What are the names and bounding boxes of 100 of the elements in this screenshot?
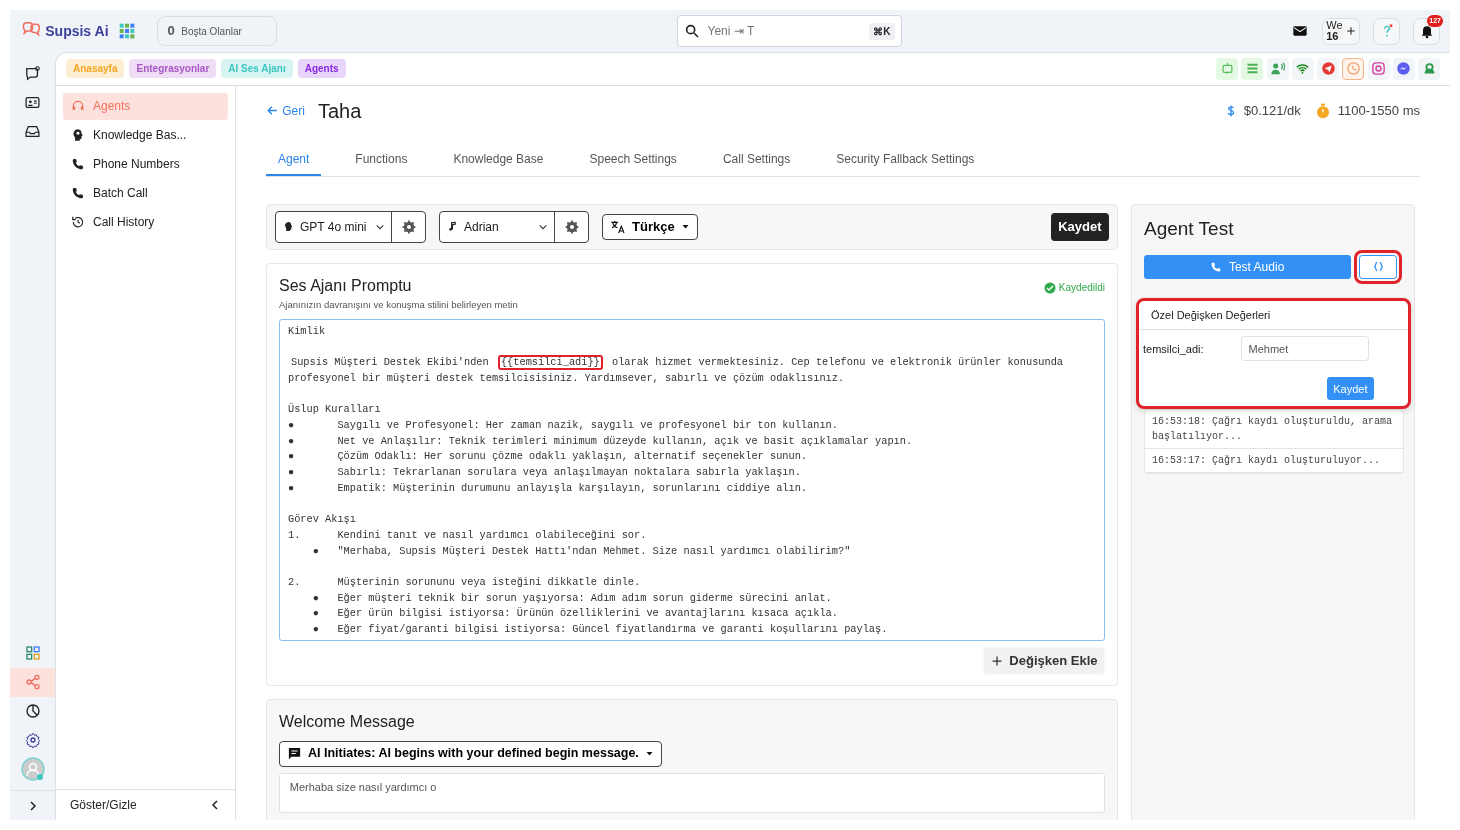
prompt-line: ● Eğer ürün bilgisi istiyorsa: Ürünün özelliklerini ve avantajlarını kısaca açıkla. bbox=[311, 606, 839, 622]
share-nodes-icon bbox=[24, 674, 41, 690]
instagram-icon bbox=[1371, 61, 1386, 77]
panel-title: Agent Test bbox=[1144, 216, 1235, 241]
tab[interactable]: Knowledge Base bbox=[441, 143, 556, 176]
page-title: Taha bbox=[317, 98, 362, 124]
plus-icon bbox=[1345, 25, 1356, 37]
prompt-line: ● Eğer müşteri teknik bir sorun yaşıyorsa: Adım adım sorun giderme sürecini anlat. bbox=[311, 590, 833, 606]
chat-bubble-icon bbox=[24, 64, 41, 82]
channel-button[interactable] bbox=[1266, 57, 1289, 80]
mail-icon[interactable] bbox=[1291, 23, 1309, 39]
idle-label: Boşta Olanlar bbox=[181, 24, 242, 39]
tab[interactable]: Call Settings bbox=[710, 143, 803, 176]
check-circle-icon bbox=[1043, 281, 1056, 294]
prompt-line: ● Saygılı ve Profesyonel: Her zaman nazik, saygılı ve profesyonel bir ton kullanın. bbox=[288, 417, 839, 433]
translate-icon bbox=[609, 218, 626, 235]
prompt-line: 1. Kendini tanıt ve nasıl yardımcı olabileceğini sor. bbox=[288, 527, 648, 543]
prompt-line: ● Eğer fiyat/garanti bilgisi istiyorsa: Güncel fiyatlandırma ve garanti koşullarını paylaş. bbox=[311, 622, 889, 637]
plus-icon bbox=[990, 655, 1003, 668]
pie-chart-icon bbox=[24, 703, 41, 719]
dashboard-grid-icon bbox=[24, 645, 41, 661]
braces-icon bbox=[1372, 261, 1384, 273]
add-variable-button[interactable]: Değişken Ekle bbox=[983, 647, 1105, 676]
prompt-line: Görev Akışı bbox=[288, 512, 357, 528]
prompt-field[interactable] bbox=[279, 318, 1105, 641]
apps-grid-icon[interactable] bbox=[118, 23, 135, 39]
model-value: GPT 4o mini bbox=[300, 218, 368, 236]
sidebar-item[interactable]: Knowledge Bas... bbox=[63, 121, 228, 149]
section-title: Welcome Message bbox=[279, 712, 416, 733]
channel-button[interactable] bbox=[1291, 57, 1314, 80]
messenger-icon bbox=[1396, 61, 1412, 77]
tab[interactable]: Security Fallback Settings bbox=[824, 143, 987, 176]
idle-agents-counter[interactable]: 0 Boşta Olanlar bbox=[156, 16, 277, 46]
log-entry: 16:53:17: Çağrı kaydı oluşturuluyor... bbox=[1145, 449, 1403, 474]
workspace-label: We bbox=[1326, 20, 1343, 31]
phone-icon bbox=[1210, 260, 1223, 273]
channel-button[interactable] bbox=[1216, 57, 1238, 80]
price-text: $0.121/dk bbox=[1243, 102, 1301, 121]
phone-icon bbox=[71, 157, 85, 172]
brand-name: Supsis Ai bbox=[45, 21, 109, 41]
channel-button[interactable] bbox=[1392, 57, 1415, 80]
voice-value: Adrian bbox=[464, 218, 500, 236]
arrow-left-icon bbox=[266, 104, 279, 118]
back-link[interactable]: Geri bbox=[266, 101, 305, 120]
variable-input[interactable]: Mehmet bbox=[1241, 336, 1369, 362]
tab[interactable]: Functions bbox=[343, 143, 420, 176]
chevron-left-icon[interactable] bbox=[209, 799, 221, 811]
prompt-line: ● Sabırlı: Tekrarlanan sorulara veya anlaşılmayan noktalara sabırla yaklaşın. bbox=[288, 465, 802, 480]
popup-title: Özel Değişken Değerleri bbox=[1139, 300, 1408, 331]
search-icon bbox=[683, 23, 700, 39]
prompt-line: ● Çözüm Odaklı: Her sorunu çözme odaklı yaklaşın, alternatif seçenekler sunun. bbox=[288, 449, 809, 465]
message-icon bbox=[286, 746, 302, 762]
prompt-line: ● Net ve Anlaşılır: Teknik terimleri minimum düzeyde kullanın, açık ve basit açıklamalar yapın. bbox=[288, 433, 914, 449]
mode-select[interactable]: AI Initiates: AI begins with your defined begin message. bbox=[279, 740, 662, 767]
latency-text: 1100-1550 ms bbox=[1337, 102, 1420, 121]
prompt-line: ● Empatik: Müşterinin durumunu anlayışla karşılayın, sorunlarını ciddiye alın. bbox=[288, 480, 809, 496]
channel-button[interactable] bbox=[1241, 57, 1264, 80]
section-subtitle: Ajanınızın davranışını ve konuşma stilini belirleyen metin bbox=[279, 297, 518, 312]
save-button[interactable]: Kaydet bbox=[1050, 212, 1109, 241]
breadcrumb-link[interactable]: Agents bbox=[297, 59, 346, 79]
workspace-button[interactable]: We 16 bbox=[1322, 17, 1360, 45]
cloud-person-icon bbox=[1421, 61, 1437, 77]
wifi-icon bbox=[1295, 61, 1311, 77]
sidebar-item[interactable]: Phone Numbers bbox=[63, 150, 228, 178]
whatsapp-icon bbox=[1345, 61, 1361, 77]
sidebar-item[interactable]: Batch Call bbox=[63, 179, 228, 207]
brain-head-icon bbox=[282, 221, 294, 233]
brain-head-icon bbox=[71, 128, 85, 143]
robot-icon bbox=[1219, 61, 1235, 77]
save-status: Kaydedildi bbox=[1058, 281, 1105, 296]
settings-icon bbox=[401, 219, 416, 234]
shortcut-hint: ⌘K bbox=[869, 22, 895, 40]
person-speaking-icon bbox=[1270, 61, 1285, 77]
language-select[interactable]: Türkçe bbox=[602, 213, 698, 240]
channel-button[interactable] bbox=[1418, 57, 1440, 80]
channel-button[interactable] bbox=[1317, 57, 1339, 80]
prompt-line: Kimlik bbox=[288, 323, 327, 339]
prompt-line: 2. Müşterinin sorununu veya isteğini dikkatle dinle. bbox=[288, 574, 642, 590]
field-label: temsilci_adi: bbox=[1143, 341, 1205, 357]
log-entry: 16:53:18: Çağrı kaydı oluşturuldu, arama başlatılıyor... bbox=[1145, 410, 1403, 450]
settings-icon bbox=[564, 219, 579, 234]
idle-count: 0 bbox=[167, 22, 175, 41]
settings-icon bbox=[24, 732, 41, 748]
toggle-label: Göster/Gizle bbox=[70, 797, 137, 814]
prompt-line: profesyonel bir müşteri destek temsilcisisiniz. Yardımsever, sabırlı ve çözüm odaklısınız. bbox=[288, 370, 846, 386]
stopwatch-icon bbox=[1315, 102, 1332, 119]
prompt-line: ● "Merhaba, Supsis Müşteri Destek Hattı'ndan Mehmet. Size nasıl yardımcı olabilirim?" bbox=[311, 543, 852, 559]
message-field[interactable]: Merhaba size nasıl yardımcı o bbox=[279, 773, 1105, 814]
sidebar-item[interactable]: Call History bbox=[63, 208, 228, 236]
workspace-count: 16 bbox=[1326, 31, 1340, 42]
tab[interactable]: Speech Settings bbox=[577, 143, 689, 176]
history-clock-icon bbox=[71, 215, 85, 230]
channel-button[interactable] bbox=[1367, 57, 1390, 80]
phone-icon bbox=[71, 186, 85, 201]
search-bar[interactable]: Yeni ⇥ T ⌘K bbox=[676, 15, 902, 47]
send-plane-icon bbox=[1320, 61, 1336, 77]
music-note-icon bbox=[446, 221, 458, 233]
prompt-line: Üslup Kuralları bbox=[288, 402, 382, 418]
prompt-line: Supsis Müşteri Destek Ekibi'nden {{temsilci_adi}} olarak hizmet vermektesiniz. Cep telefonu ve elektronik ürünler konusunda bbox=[290, 355, 1065, 371]
tab[interactable]: Agent bbox=[266, 143, 322, 176]
